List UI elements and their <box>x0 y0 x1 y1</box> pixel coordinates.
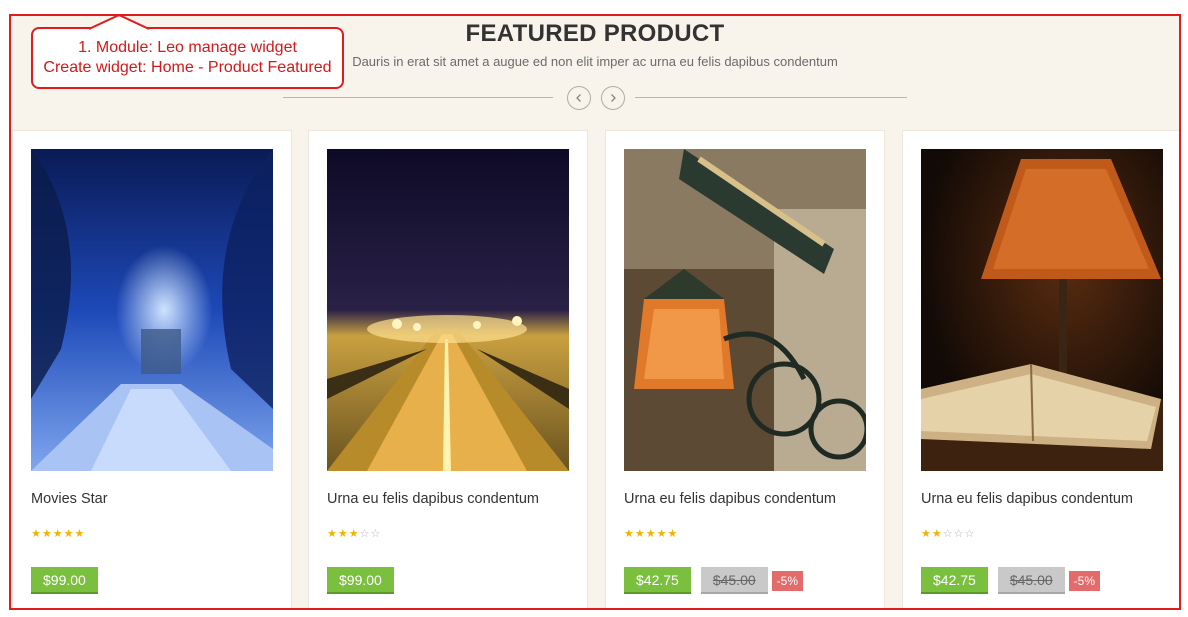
carousel-next-button[interactable] <box>601 86 625 110</box>
product-card[interactable]: Movies Star ★ ★ ★ ★ ★ $99.00 <box>12 130 292 608</box>
annotation-line-1: 1. Module: Leo manage widget <box>78 39 297 56</box>
star-filled-icon: ★ <box>656 528 667 540</box>
product-rating: ★ ★ ★ ☆ ☆ <box>327 529 380 540</box>
star-filled-icon: ★ <box>667 528 678 540</box>
annotation-line-2: Create widget: Home - Product Featured <box>43 59 332 76</box>
star-filled-icon: ★ <box>645 528 656 540</box>
star-filled-icon: ★ <box>931 528 942 540</box>
product-old-price: $45.00 <box>997 567 1065 594</box>
star-filled-icon: ★ <box>348 528 359 540</box>
annotation-pointer <box>89 16 149 30</box>
product-name[interactable]: Urna eu felis dapibus condentum <box>624 491 836 507</box>
star-filled-icon: ★ <box>31 528 41 540</box>
product-card[interactable]: Urna eu felis dapibus condentum ★ ★ ★ ☆ ☆ $9… <box>308 130 588 608</box>
product-name[interactable]: Urna eu felis dapibus condentum <box>327 491 539 507</box>
product-rating: ★ ★ ☆ ☆ ☆ <box>921 529 974 540</box>
star-filled-icon: ★ <box>327 528 337 540</box>
product-image[interactable] <box>327 149 569 471</box>
star-empty-icon: ☆ <box>359 528 370 540</box>
star-filled-icon: ★ <box>52 528 63 540</box>
product-old-price: $45.00 <box>700 567 768 594</box>
product-name[interactable]: Urna eu felis dapibus condentum <box>921 491 1133 507</box>
product-image[interactable] <box>31 149 273 471</box>
title-divider-right <box>635 97 907 98</box>
chevron-left-icon <box>576 94 581 102</box>
featured-product-section: FEATURED PRODUCT Dauris in erat sit amet… <box>9 14 1181 610</box>
price-row: $99.00 <box>31 567 98 594</box>
star-filled-icon: ★ <box>921 528 931 540</box>
product-rating: ★ ★ ★ ★ ★ <box>624 529 677 540</box>
star-filled-icon: ★ <box>624 528 634 540</box>
product-name[interactable]: Movies Star <box>31 491 108 507</box>
product-price: $42.75 <box>624 567 691 594</box>
star-empty-icon: ☆ <box>942 528 953 540</box>
product-card[interactable]: Urna eu felis dapibus condentum ★ ★ ☆ ☆ ☆ $4… <box>902 130 1179 608</box>
product-image[interactable] <box>624 149 866 471</box>
star-empty-icon: ☆ <box>370 528 381 540</box>
product-card[interactable]: Urna eu felis dapibus condentum ★ ★ ★ ★ ★ $4… <box>605 130 885 608</box>
title-divider-left <box>283 97 553 98</box>
star-filled-icon: ★ <box>634 528 645 540</box>
price-row: $42.75 $45.00 -5% <box>921 567 1100 594</box>
star-filled-icon: ★ <box>41 528 52 540</box>
star-filled-icon: ★ <box>63 528 74 540</box>
star-filled-icon: ★ <box>74 528 85 540</box>
annotation-callout: 1. Module: Leo manage widget Create widg… <box>31 27 344 89</box>
product-image[interactable] <box>921 149 1163 471</box>
chevron-right-icon <box>611 94 616 102</box>
product-price: $99.00 <box>327 567 394 594</box>
discount-badge: -5% <box>771 570 803 591</box>
carousel-prev-button[interactable] <box>567 86 591 110</box>
star-filled-icon: ★ <box>337 528 348 540</box>
price-row: $99.00 <box>327 567 394 594</box>
star-empty-icon: ☆ <box>964 528 975 540</box>
product-price: $42.75 <box>921 567 988 594</box>
discount-badge: -5% <box>1068 570 1100 591</box>
star-empty-icon: ☆ <box>953 528 964 540</box>
product-rating: ★ ★ ★ ★ ★ <box>31 529 84 540</box>
product-price: $99.00 <box>31 567 98 594</box>
price-row: $42.75 $45.00 -5% <box>624 567 803 594</box>
